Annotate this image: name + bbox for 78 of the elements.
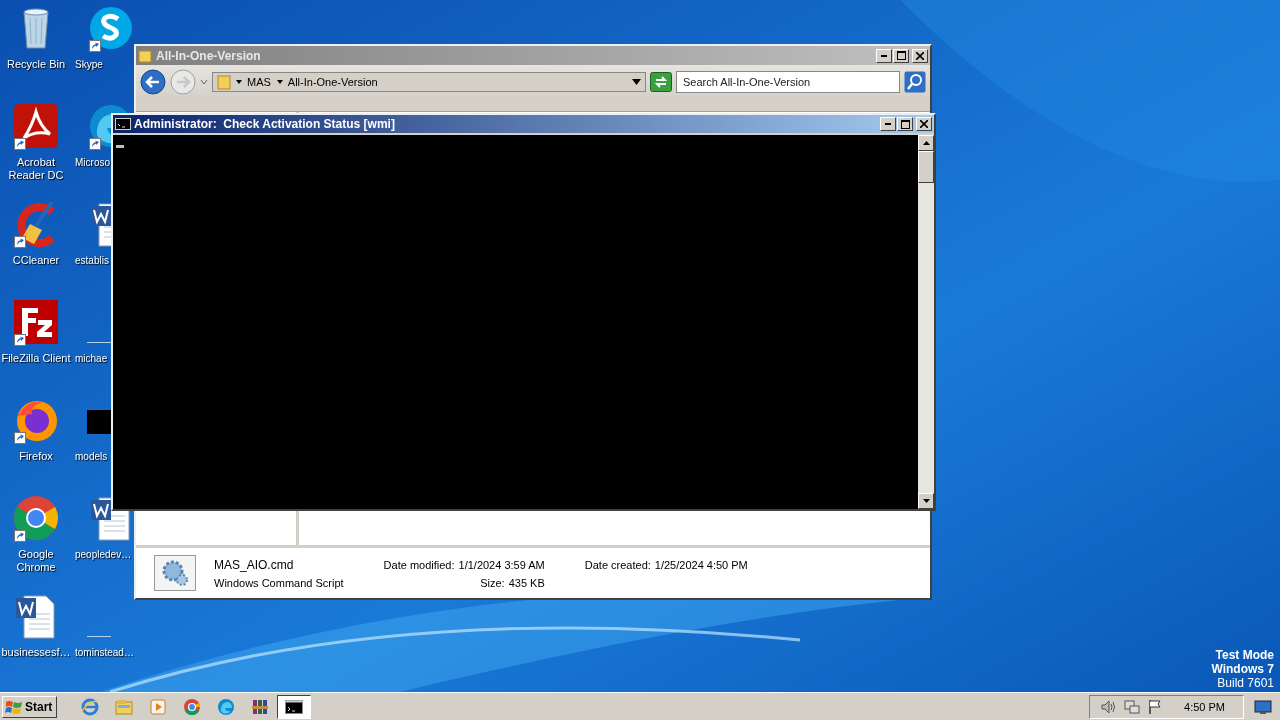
desktop-icon-label[interactable]: michae bbox=[75, 352, 108, 365]
flag-logo-icon bbox=[5, 698, 23, 715]
file-type: Windows Command Script bbox=[214, 576, 344, 589]
maximize-icon bbox=[900, 119, 910, 129]
shortcut-arrow-icon bbox=[14, 138, 26, 150]
search-field[interactable]: Search All-In-One-Version bbox=[676, 71, 900, 93]
file-name: MAS_AIO.cmd bbox=[214, 557, 295, 572]
breadcrumb[interactable]: MAS bbox=[247, 76, 271, 88]
desktop-icon-label[interactable]: models bbox=[75, 450, 108, 463]
speaker-icon[interactable] bbox=[1100, 698, 1117, 715]
shortcut-arrow-icon bbox=[89, 40, 101, 52]
desktop-icon-label[interactable]: Recycle Bin bbox=[6, 58, 66, 71]
window-title: All-In-One-Version bbox=[156, 48, 262, 63]
network-icon[interactable] bbox=[1124, 698, 1141, 715]
archive-books-icon[interactable] bbox=[251, 697, 270, 716]
terminal-icon[interactable] bbox=[285, 697, 304, 716]
text-cursor-icon bbox=[116, 145, 124, 148]
shortcut-arrow-icon bbox=[14, 334, 26, 346]
address-bar[interactable]: MAS All-In-One-Version bbox=[212, 72, 646, 92]
shortcut-arrow-icon bbox=[14, 236, 26, 248]
close-button[interactable] bbox=[912, 48, 928, 63]
close-icon bbox=[916, 51, 924, 60]
script-file-icon bbox=[154, 555, 196, 591]
breadcrumb-arrow-icon[interactable] bbox=[276, 80, 283, 84]
dropdown-arrow-icon[interactable] bbox=[632, 79, 641, 85]
clock[interactable]: 4:50 PM bbox=[1184, 700, 1225, 713]
close-button[interactable] bbox=[916, 117, 932, 131]
desktop-icon-label[interactable]: CCleaner bbox=[12, 254, 60, 267]
terminal-icon bbox=[115, 118, 131, 130]
refresh-button[interactable] bbox=[650, 72, 672, 92]
minimize-button[interactable] bbox=[876, 48, 892, 63]
detail-value: 435 KB bbox=[508, 576, 545, 589]
desktop-icon-label[interactable]: businessesf… bbox=[1, 646, 71, 659]
shortcut-arrow-icon bbox=[14, 432, 26, 444]
desktop-icon-label[interactable]: Firefox bbox=[19, 450, 53, 463]
up-arrow-icon bbox=[922, 141, 930, 145]
shortcut-arrow-icon bbox=[14, 530, 26, 542]
scroll-up-button[interactable] bbox=[918, 135, 934, 151]
breadcrumb-arrow-icon[interactable] bbox=[236, 80, 242, 84]
detail-value: 1/1/2024 3:59 AM bbox=[458, 558, 545, 571]
detail-label: Date created: bbox=[584, 558, 651, 571]
shortcut-arrow-icon bbox=[89, 138, 101, 150]
desktop-icon-label[interactable]: peopledev… bbox=[75, 548, 132, 561]
close-icon bbox=[920, 120, 928, 128]
detail-value: 1/25/2024 4:50 PM bbox=[654, 558, 748, 571]
maximize-button[interactable] bbox=[893, 48, 909, 63]
search-button[interactable] bbox=[904, 71, 926, 93]
browser-e-icon[interactable] bbox=[81, 697, 100, 716]
detail-label: Size: bbox=[480, 576, 505, 589]
maximize-icon bbox=[896, 51, 906, 60]
window-title: Administrator: Check Activation Status [wmi] bbox=[134, 117, 396, 131]
desktop-icon-label[interactable]: Skype bbox=[75, 58, 103, 71]
maximize-button[interactable] bbox=[897, 117, 913, 131]
down-arrow-icon bbox=[922, 499, 930, 503]
desktop-icon-label[interactable]: Microso bbox=[75, 156, 110, 169]
desktop-icon-label[interactable]: FileZilla Client bbox=[1, 352, 71, 365]
chrome-icon[interactable] bbox=[183, 697, 202, 716]
scroll-thumb[interactable] bbox=[918, 151, 934, 183]
desktop-icon-label[interactable]: Google Chrome bbox=[0, 548, 72, 574]
minimize-button[interactable] bbox=[880, 117, 896, 131]
system-watermark-text: Build 7601 bbox=[1217, 676, 1274, 690]
folder-icon bbox=[138, 48, 152, 63]
scroll-down-button[interactable] bbox=[918, 493, 934, 509]
start-button[interactable]: Start bbox=[2, 695, 58, 718]
breadcrumb[interactable]: All-In-One-Version bbox=[287, 76, 378, 88]
desktop-icon-label[interactable]: Acrobat Reader DC bbox=[0, 156, 72, 182]
minimize-icon bbox=[885, 123, 891, 125]
desktop-icon-label[interactable]: establis bbox=[75, 254, 109, 267]
back-button[interactable] bbox=[140, 69, 166, 95]
flag-icon[interactable] bbox=[1148, 698, 1163, 715]
desktop-icon-label[interactable]: tominstead… bbox=[75, 646, 134, 659]
system-watermark-text: Test Mode bbox=[1215, 648, 1274, 662]
minimize-icon bbox=[881, 54, 887, 57]
show-desktop-icon[interactable] bbox=[1254, 698, 1272, 715]
system-watermark-text: Windows 7 bbox=[1211, 662, 1274, 676]
scrollbar[interactable] bbox=[918, 135, 934, 509]
detail-label: Date modified: bbox=[383, 558, 455, 571]
folder-icon bbox=[217, 74, 231, 90]
